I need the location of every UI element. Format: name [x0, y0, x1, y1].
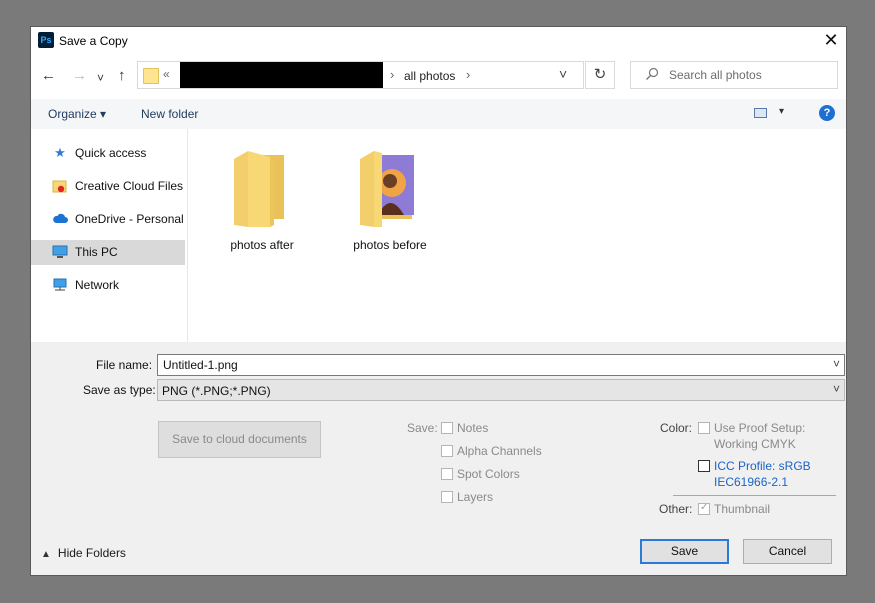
folder-icon — [234, 151, 284, 227]
navigation-pane: ★ Quick access Creative Cloud Files OneD… — [31, 129, 187, 342]
spot-colors-label: Spot Colors — [457, 467, 520, 481]
sidebar-item-this-pc[interactable]: This PC — [31, 240, 185, 265]
chevron-up-icon: ▲ — [41, 549, 51, 560]
address-dropdown-button[interactable]: ˅ — [559, 66, 567, 82]
network-icon — [52, 278, 68, 292]
command-toolbar: Organize ▾ New folder ▾ ? — [31, 99, 846, 129]
save-to-cloud-button[interactable]: Save to cloud documents — [158, 421, 321, 458]
alpha-channels-label: Alpha Channels — [457, 444, 542, 458]
icc-profile-name: IEC61966-2.1 — [714, 475, 789, 489]
other-group-label: Other: — [659, 502, 693, 516]
navigation-bar: ← → ˅ ↑ « › all photos › ˅ ↻ — [31, 55, 846, 99]
help-button[interactable]: ? — [819, 105, 835, 121]
layers-checkbox[interactable] — [441, 491, 453, 503]
title-bar: Ps Save a Copy ✕ — [31, 27, 846, 55]
save-button[interactable]: Save — [640, 539, 729, 564]
folder-name: photos after — [230, 238, 294, 252]
sidebar-item-onedrive[interactable]: OneDrive - Personal — [31, 207, 185, 232]
save-as-type-label: Save as type: — [83, 383, 156, 397]
notes-label: Notes — [457, 421, 489, 435]
save-as-type-select[interactable]: PNG (*.PNG;*.PNG) ˅ — [157, 379, 845, 401]
star-icon: ★ — [54, 145, 66, 160]
notes-checkbox[interactable] — [441, 422, 453, 434]
sidebar-item-quick-access[interactable]: ★ Quick access — [31, 141, 185, 166]
use-proof-setup-checkbox[interactable] — [698, 422, 710, 434]
save-options-panel: File name: ˅ Save as type: PNG (*.PNG;*.… — [31, 342, 846, 575]
thumbnail-label: Thumbnail — [714, 502, 771, 516]
icc-profile-label: ICC Profile: sRGB — [714, 459, 811, 473]
file-list: photos after photos before — [188, 129, 846, 342]
breadcrumb-separator[interactable]: › — [390, 67, 394, 82]
close-icon: ✕ — [823, 30, 839, 50]
forward-button[interactable]: → — [72, 67, 87, 85]
thumbnail-checkbox[interactable] — [698, 502, 710, 515]
sidebar-item-label: Quick access — [75, 146, 147, 160]
back-button[interactable]: ← — [41, 67, 56, 85]
layers-label: Layers — [457, 490, 494, 504]
breadcrumb-separator[interactable]: › — [466, 67, 470, 82]
hide-folders-button[interactable]: ▲ Hide Folders — [41, 546, 126, 560]
divider — [673, 495, 836, 496]
view-options-dropdown[interactable]: ▾ — [779, 106, 784, 117]
file-name-field[interactable]: ˅ — [157, 354, 845, 376]
alpha-channels-checkbox[interactable] — [441, 445, 453, 457]
view-options-icon[interactable] — [754, 108, 767, 118]
sidebar-item-label: Network — [75, 278, 120, 292]
folder-icon — [143, 68, 159, 84]
computer-icon — [52, 245, 68, 259]
folder-item-photos-after[interactable]: photos after — [212, 137, 312, 257]
file-name-dropdown-button[interactable]: ˅ — [833, 357, 840, 371]
close-button[interactable]: ✕ — [816, 27, 846, 55]
chevron-down-icon: ˅ — [832, 382, 840, 396]
refresh-button[interactable]: ↻ — [585, 61, 615, 89]
sidebar-item-network[interactable]: Network — [31, 273, 185, 298]
spot-colors-checkbox[interactable] — [441, 468, 453, 480]
use-proof-setup-profile: Working CMYK — [714, 437, 796, 451]
hide-folders-label: Hide Folders — [57, 546, 126, 560]
address-bar[interactable]: « › all photos › ˅ — [137, 61, 584, 89]
save-a-copy-dialog: Ps Save a Copy ✕ ← → ˅ ↑ « › all photos … — [31, 27, 846, 575]
color-group-label: Color: — [660, 421, 693, 435]
icc-profile-checkbox[interactable] — [698, 460, 710, 472]
sidebar-item-creative-cloud-files[interactable]: Creative Cloud Files — [31, 174, 185, 199]
sidebar-item-label: Creative Cloud Files — [75, 179, 184, 193]
redacted-path — [180, 62, 383, 88]
save-as-type-value: PNG (*.PNG;*.PNG) — [162, 384, 271, 398]
cancel-button[interactable]: Cancel — [743, 539, 832, 564]
file-name-input[interactable] — [163, 358, 803, 372]
folder-with-photo-icon — [360, 151, 414, 227]
up-button[interactable]: ↑ — [118, 67, 126, 85]
new-folder-button[interactable]: New folder — [141, 107, 198, 121]
dialog-title: Save a Copy — [59, 34, 128, 48]
address-overflow-button[interactable]: « — [163, 67, 170, 81]
folder-name: photos before — [353, 238, 427, 252]
search-box[interactable] — [630, 61, 838, 89]
search-icon — [645, 67, 659, 84]
recent-locations-button[interactable]: ˅ — [97, 69, 104, 87]
photoshop-app-icon: Ps — [38, 32, 54, 48]
breadcrumb-all-photos[interactable]: all photos — [404, 69, 455, 83]
search-input[interactable] — [669, 67, 829, 83]
sidebar-item-label: OneDrive - Personal — [75, 212, 184, 226]
cloud-icon — [52, 212, 68, 226]
sidebar-item-label: This PC — [75, 245, 118, 259]
organize-menu-button[interactable]: Organize ▾ — [48, 107, 106, 121]
use-proof-setup-label: Use Proof Setup: — [714, 421, 806, 435]
file-name-label: File name: — [96, 358, 153, 372]
refresh-icon: ↻ — [593, 66, 607, 83]
creative-cloud-folder-icon — [52, 179, 68, 193]
save-group-label: Save: — [407, 421, 438, 435]
folder-item-photos-before[interactable]: photos before — [340, 137, 440, 257]
